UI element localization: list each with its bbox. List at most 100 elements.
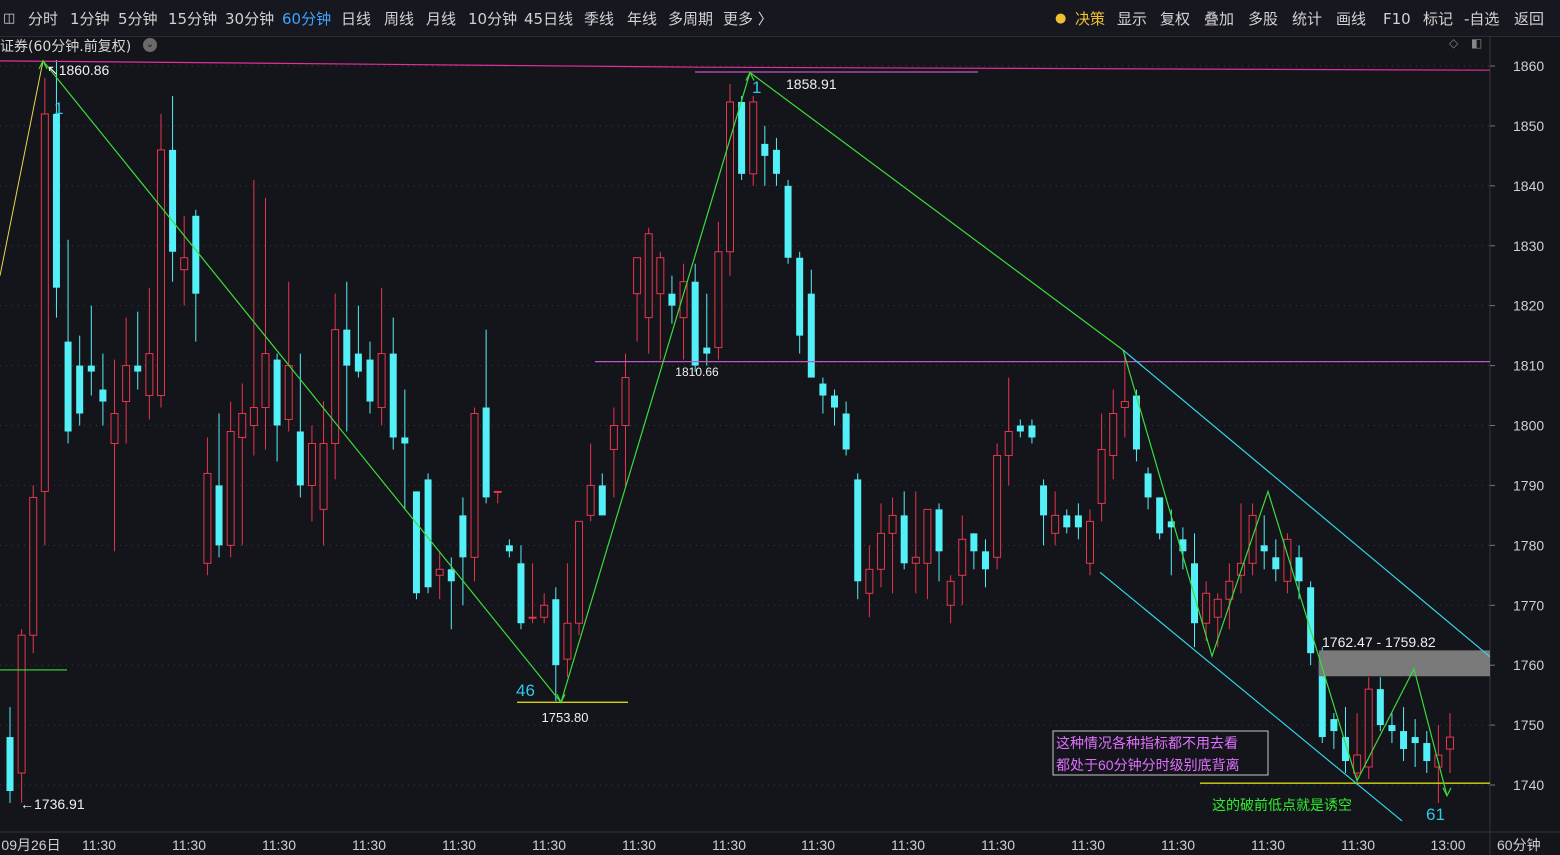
candle-72[interactable]: [842, 401, 850, 456]
candle-97[interactable]: [1132, 389, 1140, 462]
candle-102[interactable]: [1191, 533, 1199, 648]
candle-108[interactable]: [1260, 515, 1268, 570]
diamond-icon[interactable]: ◇: [1449, 36, 1458, 50]
candle-91[interactable]: [1063, 509, 1071, 534]
candle-54[interactable]: [633, 257, 642, 342]
candle-14[interactable]: [169, 95, 177, 282]
candle-40[interactable]: [470, 407, 479, 582]
candle-44[interactable]: [517, 545, 525, 630]
candle-62[interactable]: [726, 83, 734, 276]
candle-99[interactable]: [1156, 497, 1164, 540]
candle-57[interactable]: [668, 275, 676, 324]
candle-30[interactable]: [354, 305, 362, 378]
candle-86[interactable]: [1004, 377, 1013, 486]
candle-78[interactable]: [911, 491, 920, 594]
candle-10[interactable]: [122, 317, 131, 444]
candle-79[interactable]: [923, 508, 932, 600]
candle-100[interactable]: [1167, 509, 1175, 576]
candle-22[interactable]: [261, 197, 270, 450]
candle-37[interactable]: [435, 551, 444, 600]
candle-47[interactable]: [552, 587, 560, 702]
candle-23[interactable]: [273, 353, 281, 462]
candle-67[interactable]: [784, 179, 792, 264]
candle-80[interactable]: [935, 503, 943, 582]
candle-0[interactable]: [6, 707, 14, 803]
candle-75[interactable]: [876, 503, 885, 588]
candle-114[interactable]: [1330, 713, 1338, 750]
candle-12[interactable]: [145, 287, 154, 420]
candle-60[interactable]: [703, 293, 711, 366]
candle-32[interactable]: [377, 287, 386, 426]
candle-21[interactable]: [249, 179, 258, 456]
candle-107[interactable]: [1248, 503, 1257, 576]
candle-49[interactable]: [575, 520, 584, 636]
candle-122[interactable]: [1423, 731, 1431, 774]
candle-17[interactable]: [203, 437, 212, 576]
candle-103[interactable]: [1202, 581, 1211, 642]
candle-51[interactable]: [598, 473, 606, 516]
candle-11[interactable]: [134, 311, 142, 390]
chevron-down-icon[interactable]: ⌄: [143, 38, 157, 52]
candle-36[interactable]: [424, 473, 432, 594]
candle-19[interactable]: [226, 401, 235, 558]
candle-73[interactable]: [854, 473, 862, 600]
candle-81[interactable]: [946, 575, 955, 624]
candle-8[interactable]: [99, 353, 107, 426]
candle-20[interactable]: [238, 383, 247, 546]
candle-33[interactable]: [389, 317, 397, 450]
candle-38[interactable]: [447, 557, 455, 630]
candle-95[interactable]: [1109, 389, 1118, 480]
candle-24[interactable]: [284, 281, 293, 432]
candle-115[interactable]: [1341, 707, 1349, 774]
candle-7[interactable]: [87, 305, 95, 396]
candle-35[interactable]: [412, 491, 420, 600]
candle-53[interactable]: [621, 353, 630, 486]
candle-121[interactable]: [1411, 719, 1419, 768]
candle-42[interactable]: [493, 490, 502, 504]
candle-16[interactable]: [192, 209, 200, 342]
candle-3[interactable]: [40, 77, 49, 546]
candle-61[interactable]: [714, 221, 723, 360]
candle-83[interactable]: [970, 533, 978, 570]
candle-82[interactable]: [958, 515, 967, 606]
candle-77[interactable]: [900, 491, 908, 570]
candle-118[interactable]: [1376, 677, 1384, 732]
candle-41[interactable]: [482, 329, 490, 504]
candle-88[interactable]: [1028, 419, 1036, 444]
candle-28[interactable]: [331, 293, 340, 480]
candle-48[interactable]: [563, 563, 572, 678]
candle-27[interactable]: [319, 401, 328, 546]
candle-1[interactable]: [17, 629, 26, 803]
candle-64[interactable]: [749, 95, 758, 186]
candle-9[interactable]: [110, 359, 119, 552]
candle-45[interactable]: [528, 563, 537, 624]
candle-56[interactable]: [656, 251, 665, 360]
candle-15[interactable]: [180, 215, 189, 306]
candle-89[interactable]: [1040, 479, 1048, 546]
candle-34[interactable]: [401, 389, 409, 510]
candle-25[interactable]: [296, 353, 304, 498]
candle-98[interactable]: [1144, 467, 1152, 510]
candle-6[interactable]: [76, 335, 84, 426]
candle-55[interactable]: [644, 227, 653, 354]
candle-92[interactable]: [1074, 503, 1082, 540]
candle-66[interactable]: [772, 137, 780, 186]
candle-68[interactable]: [796, 251, 804, 354]
candle-50[interactable]: [586, 443, 595, 522]
candle-39[interactable]: [459, 497, 467, 606]
candle-31[interactable]: [366, 341, 374, 414]
candle-71[interactable]: [831, 389, 839, 426]
candle-124[interactable]: [1446, 713, 1454, 774]
candle-2[interactable]: [29, 485, 38, 654]
candle-94[interactable]: [1097, 413, 1106, 522]
candle-29[interactable]: [343, 281, 351, 432]
candle-120[interactable]: [1400, 707, 1408, 762]
candle-85[interactable]: [993, 443, 1002, 570]
candle-52[interactable]: [609, 407, 618, 498]
candle-46[interactable]: [540, 593, 549, 624]
candle-84[interactable]: [981, 539, 989, 588]
candle-90[interactable]: [1051, 491, 1060, 546]
candle-58[interactable]: [679, 263, 688, 360]
candle-76[interactable]: [888, 497, 897, 594]
candle-18[interactable]: [215, 413, 223, 558]
